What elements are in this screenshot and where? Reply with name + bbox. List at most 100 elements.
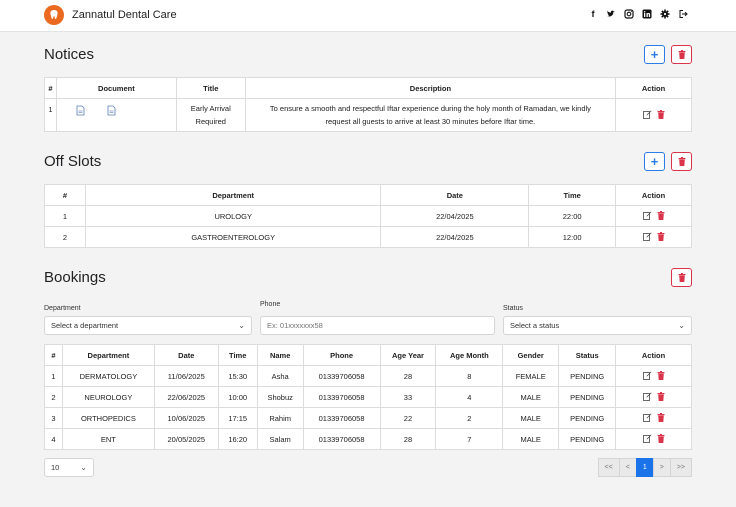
first-page-button[interactable]: <<: [597, 458, 620, 477]
top-bar: Zannatul Dental Care f: [0, 0, 736, 32]
plus-icon: +: [650, 47, 659, 62]
action-cell: [615, 98, 692, 132]
cell-date: 11/06/2025: [153, 365, 219, 387]
page-1-button[interactable]: 1: [635, 458, 654, 477]
cell-age-year: 28: [379, 365, 437, 387]
document-icon[interactable]: [106, 105, 117, 118]
cell-gender: MALE: [502, 407, 560, 429]
phone-field[interactable]: [260, 316, 495, 335]
action-cell: [615, 407, 692, 429]
delete-off-slots-button[interactable]: [671, 152, 692, 171]
phone-input[interactable]: [267, 321, 494, 330]
edit-icon[interactable]: [642, 110, 652, 119]
document-cell: [55, 98, 177, 132]
off-slots-table: # Department Date Time Action 1 UROLOGY 22…: [44, 184, 692, 248]
last-page-button[interactable]: >>: [669, 458, 692, 477]
col-header: #: [44, 184, 86, 206]
document-icon[interactable]: [75, 105, 86, 118]
cell-phone: 01339706058: [302, 365, 381, 387]
cell-department: GASTROENTEROLOGY: [84, 226, 382, 248]
col-header: #: [44, 77, 57, 99]
col-header: Action: [615, 77, 692, 99]
chevron-down-icon: ⌄: [238, 321, 245, 330]
col-header: Age Year: [379, 344, 437, 366]
action-cell: [615, 386, 692, 408]
trash-icon[interactable]: [657, 210, 665, 220]
prev-page-button[interactable]: <: [618, 458, 637, 477]
table-header-row: # Department Date Time Name Phone Age Ye…: [44, 344, 692, 366]
trash-icon[interactable]: [657, 370, 665, 380]
logout-icon[interactable]: [678, 9, 688, 19]
status-select-value: Select a status: [510, 321, 560, 330]
linkedin-icon[interactable]: [642, 9, 652, 19]
cell-age-month: 8: [435, 365, 504, 387]
edit-icon[interactable]: [642, 434, 652, 443]
status-filter-label: Status: [503, 305, 523, 312]
gear-icon[interactable]: [660, 9, 670, 19]
next-page-button[interactable]: >: [652, 458, 671, 477]
col-header: Phone: [302, 344, 381, 366]
trash-icon[interactable]: [657, 391, 665, 401]
trash-icon[interactable]: [657, 433, 665, 443]
brand-name: Zannatul Dental Care: [72, 9, 177, 21]
col-header: Title: [175, 77, 246, 99]
status-select[interactable]: Select a status ⌄: [503, 316, 692, 335]
table-row: 1 Early Arrival Required To ensure a smo…: [44, 98, 692, 132]
edit-icon[interactable]: [642, 211, 652, 220]
col-header: Time: [528, 184, 617, 206]
cell-phone: 01339706058: [302, 386, 381, 408]
cell-time: 17:15: [217, 407, 258, 429]
add-notice-button[interactable]: +: [644, 45, 665, 64]
plus-icon: +: [650, 154, 659, 169]
col-header: Time: [217, 344, 258, 366]
clinic-logo[interactable]: [44, 5, 64, 25]
edit-icon[interactable]: [642, 413, 652, 422]
cell-num: 1: [44, 365, 63, 387]
bookings-title: Bookings: [44, 269, 106, 286]
trash-icon: [678, 50, 685, 59]
cell-status: PENDING: [558, 428, 617, 450]
cell-date: 22/04/2025: [380, 226, 530, 248]
edit-icon[interactable]: [642, 232, 652, 241]
department-select[interactable]: Select a department ⌄: [44, 316, 252, 335]
cell-status: PENDING: [558, 407, 617, 429]
trash-icon[interactable]: [657, 109, 665, 119]
add-off-slot-button[interactable]: +: [644, 152, 665, 171]
table-row: 2 NEUROLOGY 22/06/2025 10:00 Shobuz 013397060…: [44, 386, 692, 408]
twitter-icon[interactable]: [606, 9, 616, 19]
col-header: Date: [380, 184, 530, 206]
delete-bookings-button[interactable]: [671, 268, 692, 287]
col-header: Action: [615, 184, 692, 206]
edit-icon[interactable]: [642, 371, 652, 380]
notice-description: To ensure a smooth and respectful Iftar …: [244, 98, 617, 132]
cell-num: 1: [44, 205, 86, 227]
col-header: Document: [55, 77, 177, 99]
action-cell: [615, 428, 692, 450]
trash-icon[interactable]: [657, 231, 665, 241]
cell-num: 3: [44, 407, 63, 429]
department-select-value: Select a department: [51, 321, 119, 330]
trash-icon[interactable]: [657, 412, 665, 422]
page-size-value: 10: [51, 463, 60, 472]
cell-age-year: 22: [379, 407, 437, 429]
cell-age-month: 2: [435, 407, 504, 429]
cell-gender: MALE: [502, 428, 560, 450]
cell-time: 16:20: [217, 428, 258, 450]
table-header-row: # Department Date Time Action: [44, 184, 692, 206]
row-number: 1: [44, 98, 57, 132]
chevron-down-icon: ⌄: [678, 321, 685, 330]
notices-table: # Document Title Description Action 1 Ea…: [44, 77, 692, 132]
cell-age-year: 28: [379, 428, 437, 450]
col-header: Status: [558, 344, 617, 366]
facebook-icon[interactable]: f: [588, 9, 598, 19]
cell-name: Asha: [256, 365, 304, 387]
edit-icon[interactable]: [642, 392, 652, 401]
col-header: #: [44, 344, 63, 366]
cell-time: 10:00: [217, 386, 258, 408]
page-size-select[interactable]: 10 ⌄: [44, 458, 94, 477]
instagram-icon[interactable]: [624, 9, 634, 19]
delete-notices-button[interactable]: [671, 45, 692, 64]
table-row: 2 GASTROENTEROLOGY 22/04/2025 12:00: [44, 226, 692, 248]
cell-name: Rahim: [256, 407, 304, 429]
cell-date: 10/06/2025: [153, 407, 219, 429]
